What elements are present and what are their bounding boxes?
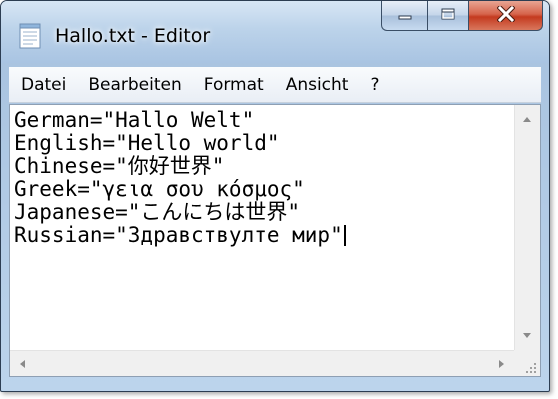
vertical-scrollbar[interactable] xyxy=(514,105,540,350)
menu-bearbeiten[interactable]: Bearbeiten xyxy=(77,67,192,103)
text-line: Chinese="你好世界" xyxy=(14,154,225,178)
text-editor[interactable]: German="Hallo Welt" English="Hello world… xyxy=(9,104,541,377)
maximize-button[interactable] xyxy=(427,1,469,31)
text-area[interactable]: German="Hallo Welt" English="Hello world… xyxy=(10,105,514,350)
close-icon xyxy=(495,3,516,26)
notepad-icon[interactable] xyxy=(19,23,41,49)
text-line: English="Hello world" xyxy=(14,131,280,155)
scrollbar-corner xyxy=(514,350,540,376)
window-controls xyxy=(381,1,543,31)
menu-datei[interactable]: Datei xyxy=(9,67,77,103)
menu-bar: Datei Bearbeiten Format Ansicht ? xyxy=(9,67,541,103)
scroll-down-icon[interactable] xyxy=(523,333,531,338)
menu-format[interactable]: Format xyxy=(193,67,275,103)
text-line: German="Hallo Welt" xyxy=(14,108,255,132)
text-line: Russian="Здравствулте мир" xyxy=(14,224,514,247)
menu-help[interactable]: ? xyxy=(359,67,390,103)
text-caret xyxy=(343,225,346,246)
horizontal-scrollbar[interactable] xyxy=(10,350,514,376)
menu-ansicht[interactable]: Ansicht xyxy=(275,67,360,103)
minimize-icon xyxy=(397,6,413,25)
scroll-up-icon[interactable] xyxy=(523,117,531,122)
resize-grip-icon[interactable] xyxy=(523,359,537,373)
scroll-left-icon[interactable] xyxy=(20,360,25,368)
close-button[interactable] xyxy=(469,1,543,31)
window-title: Hallo.txt - Editor xyxy=(55,25,211,47)
minimize-button[interactable] xyxy=(381,1,427,31)
scroll-right-icon[interactable] xyxy=(499,360,504,368)
text-line: Japanese="こんにちは世界" xyxy=(14,200,301,224)
maximize-icon xyxy=(440,6,456,25)
editor-window: Hallo.txt - Editor Datei Bearbeiten Form… xyxy=(0,0,550,392)
text-line: Greek="γεια σου κόσμος" xyxy=(14,177,305,201)
title-bar[interactable]: Hallo.txt - Editor xyxy=(1,1,549,63)
